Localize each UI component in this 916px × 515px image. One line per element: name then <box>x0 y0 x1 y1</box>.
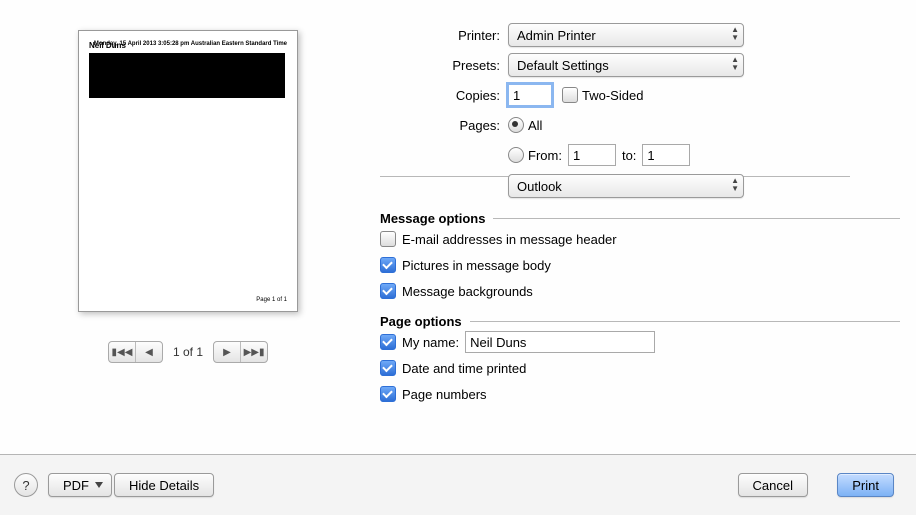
presets-select[interactable]: Default Settings ▲▼ <box>508 53 744 77</box>
pdf-menu-label: PDF <box>63 478 89 493</box>
pager-count: 1 of 1 <box>173 345 203 359</box>
pager-next-icon[interactable]: ▶ <box>214 342 240 362</box>
date-time-checkbox[interactable] <box>380 360 396 376</box>
two-sided-label: Two-Sided <box>582 88 643 103</box>
copies-input[interactable] <box>508 84 552 106</box>
preview-body-block <box>89 53 285 98</box>
updown-icon: ▲▼ <box>731 177 739 193</box>
preview-footer: Page 1 of 1 <box>256 297 287 303</box>
updown-icon: ▲▼ <box>731 26 739 42</box>
printer-select[interactable]: Admin Printer ▲▼ <box>508 23 744 47</box>
dropdown-triangle-icon <box>95 482 103 488</box>
print-preview-page: Neil Duns Monday, 15 April 2013 3:05:28 … <box>78 30 298 312</box>
hide-details-button[interactable]: Hide Details <box>114 473 214 497</box>
backgrounds-checkbox[interactable] <box>380 283 396 299</box>
pager-prev-icon[interactable]: ◀ <box>135 342 162 362</box>
app-options-select[interactable]: Outlook ▲▼ <box>508 174 744 198</box>
printer-select-value: Admin Printer <box>517 28 596 43</box>
presets-label: Presets: <box>380 58 500 73</box>
page-options-heading: Page options <box>380 314 462 329</box>
pdf-menu-button[interactable]: PDF <box>48 473 112 497</box>
pages-from-radio[interactable] <box>508 147 524 163</box>
pages-all-label: All <box>528 118 542 133</box>
printer-label: Printer: <box>380 28 500 43</box>
preview-pager: ▮◀◀ ◀ 1 of 1 ▶ ▶▶▮ <box>78 340 298 364</box>
my-name-input[interactable] <box>465 331 655 353</box>
two-sided-checkbox[interactable] <box>562 87 578 103</box>
dialog-footer: ? PDF Hide Details Cancel Print <box>0 454 916 515</box>
copies-label: Copies: <box>380 88 500 103</box>
my-name-label: My name: <box>402 335 459 350</box>
date-time-label: Date and time printed <box>402 361 526 376</box>
pages-to-label: to: <box>622 148 636 163</box>
pages-to-input[interactable] <box>642 144 690 166</box>
pager-forward-group[interactable]: ▶ ▶▶▮ <box>213 341 268 363</box>
pager-first-icon[interactable]: ▮◀◀ <box>109 342 135 362</box>
preview-header-date: Monday, 15 April 2013 3:05:28 pm Austral… <box>94 41 287 47</box>
email-addresses-label: E-mail addresses in message header <box>402 232 617 247</box>
print-dialog: Neil Duns Monday, 15 April 2013 3:05:28 … <box>0 0 916 515</box>
print-button[interactable]: Print <box>837 473 894 497</box>
message-options-heading: Message options <box>380 211 485 226</box>
pager-back-group[interactable]: ▮◀◀ ◀ <box>108 341 163 363</box>
app-options-value: Outlook <box>517 179 562 194</box>
cancel-button[interactable]: Cancel <box>738 473 808 497</box>
page-numbers-checkbox[interactable] <box>380 386 396 402</box>
pictures-label: Pictures in message body <box>402 258 551 273</box>
pages-from-input[interactable] <box>568 144 616 166</box>
presets-select-value: Default Settings <box>517 58 609 73</box>
pages-label: Pages: <box>380 118 500 133</box>
page-numbers-label: Page numbers <box>402 387 487 402</box>
pages-from-label: From: <box>528 148 562 163</box>
backgrounds-label: Message backgrounds <box>402 284 533 299</box>
help-button[interactable]: ? <box>14 473 38 497</box>
email-addresses-checkbox[interactable] <box>380 231 396 247</box>
my-name-checkbox[interactable] <box>380 334 396 350</box>
pictures-checkbox[interactable] <box>380 257 396 273</box>
updown-icon: ▲▼ <box>731 56 739 72</box>
pager-last-icon[interactable]: ▶▶▮ <box>240 342 267 362</box>
pages-all-radio[interactable] <box>508 117 524 133</box>
